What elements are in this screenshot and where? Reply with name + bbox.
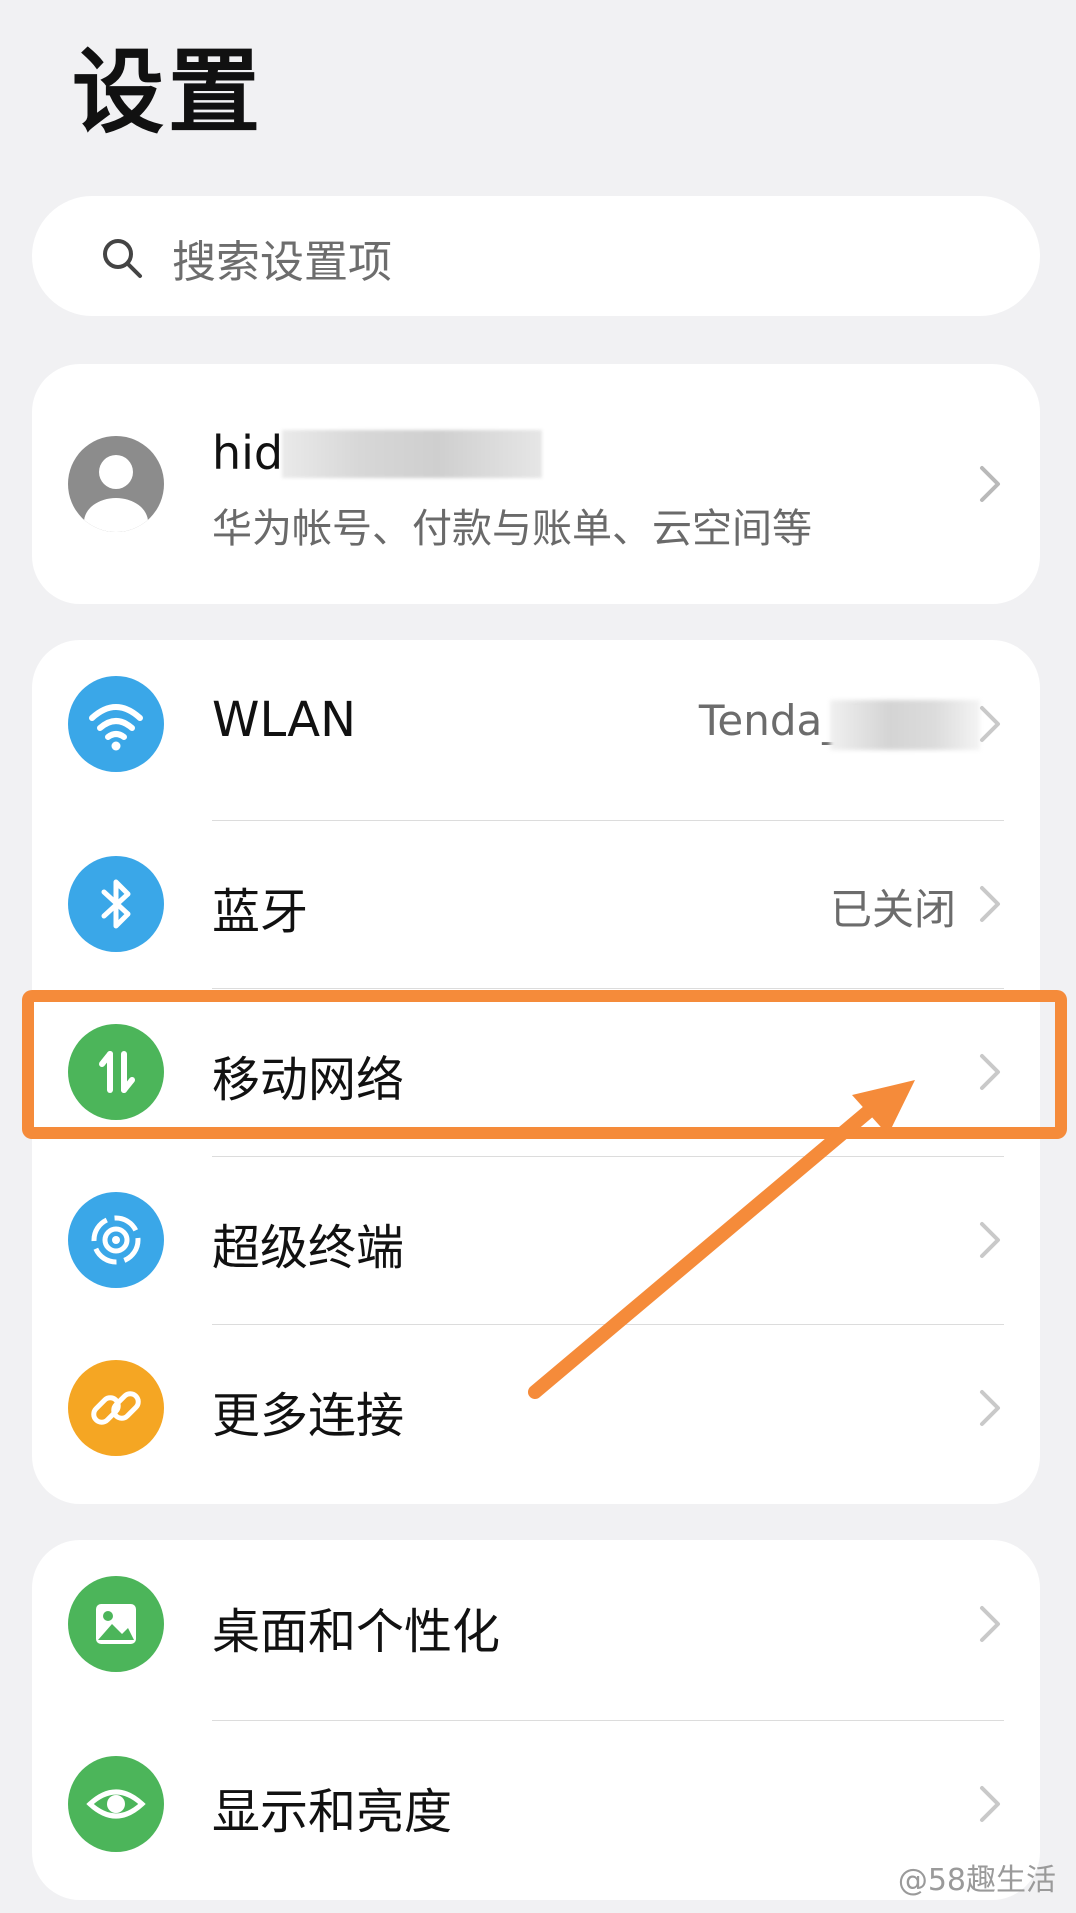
annotation-arrow — [528, 1080, 915, 1399]
watermark: @58趣生活 — [897, 1863, 1056, 1898]
